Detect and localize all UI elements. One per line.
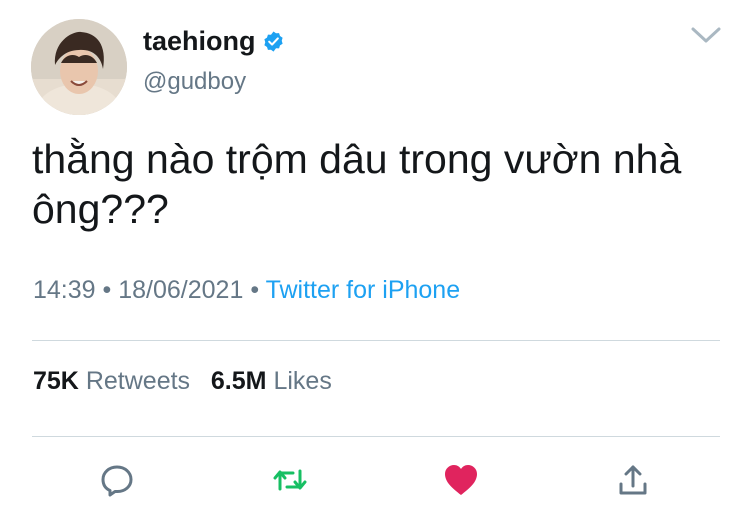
divider (32, 436, 720, 437)
likes-label: Likes (273, 367, 332, 395)
tweet-time: 14:39 (33, 276, 96, 304)
profile-photo (31, 19, 127, 115)
divider (32, 340, 720, 341)
display-name[interactable]: taehiong (143, 26, 256, 57)
user-handle[interactable]: @gudboy (143, 68, 246, 96)
tweet-date: 18/06/2021 (118, 276, 244, 304)
meta-separator: • (250, 276, 260, 304)
avatar[interactable] (31, 19, 127, 115)
tweet-text-line: thằng nào trộm dâu trong vườn nhà (32, 136, 682, 182)
tweet-source-link[interactable]: Twitter for iPhone (266, 276, 461, 304)
like-button[interactable] (441, 460, 481, 500)
user-name-row[interactable]: taehiong (143, 26, 285, 57)
retweets-label: Retweets (85, 367, 191, 395)
meta-separator: • (102, 276, 112, 304)
tweet-text-line: ông??? (32, 186, 169, 232)
retweets-count: 75K (33, 367, 79, 395)
retweet-icon (273, 469, 307, 491)
retweet-button[interactable] (270, 460, 310, 500)
retweets-stat[interactable]: 75K Retweets (33, 367, 197, 395)
tweet-meta: 14:39 • 18/06/2021 • Twitter for iPhone (33, 276, 460, 305)
tweet-stats: 75K Retweets 6.5M Likes (33, 367, 332, 396)
likes-count: 6.5M (210, 367, 267, 395)
likes-stat[interactable]: 6.5M Likes (211, 367, 332, 395)
reply-button[interactable] (97, 460, 137, 500)
share-icon (619, 465, 647, 495)
reply-icon (101, 465, 133, 497)
verified-badge-icon (263, 31, 283, 52)
heart-icon (445, 465, 477, 495)
share-button[interactable] (613, 460, 653, 500)
tweet-text: thằng nào trộm dâu trong vườn nhà ông??? (32, 134, 722, 234)
chevron-down-icon[interactable] (690, 25, 722, 45)
